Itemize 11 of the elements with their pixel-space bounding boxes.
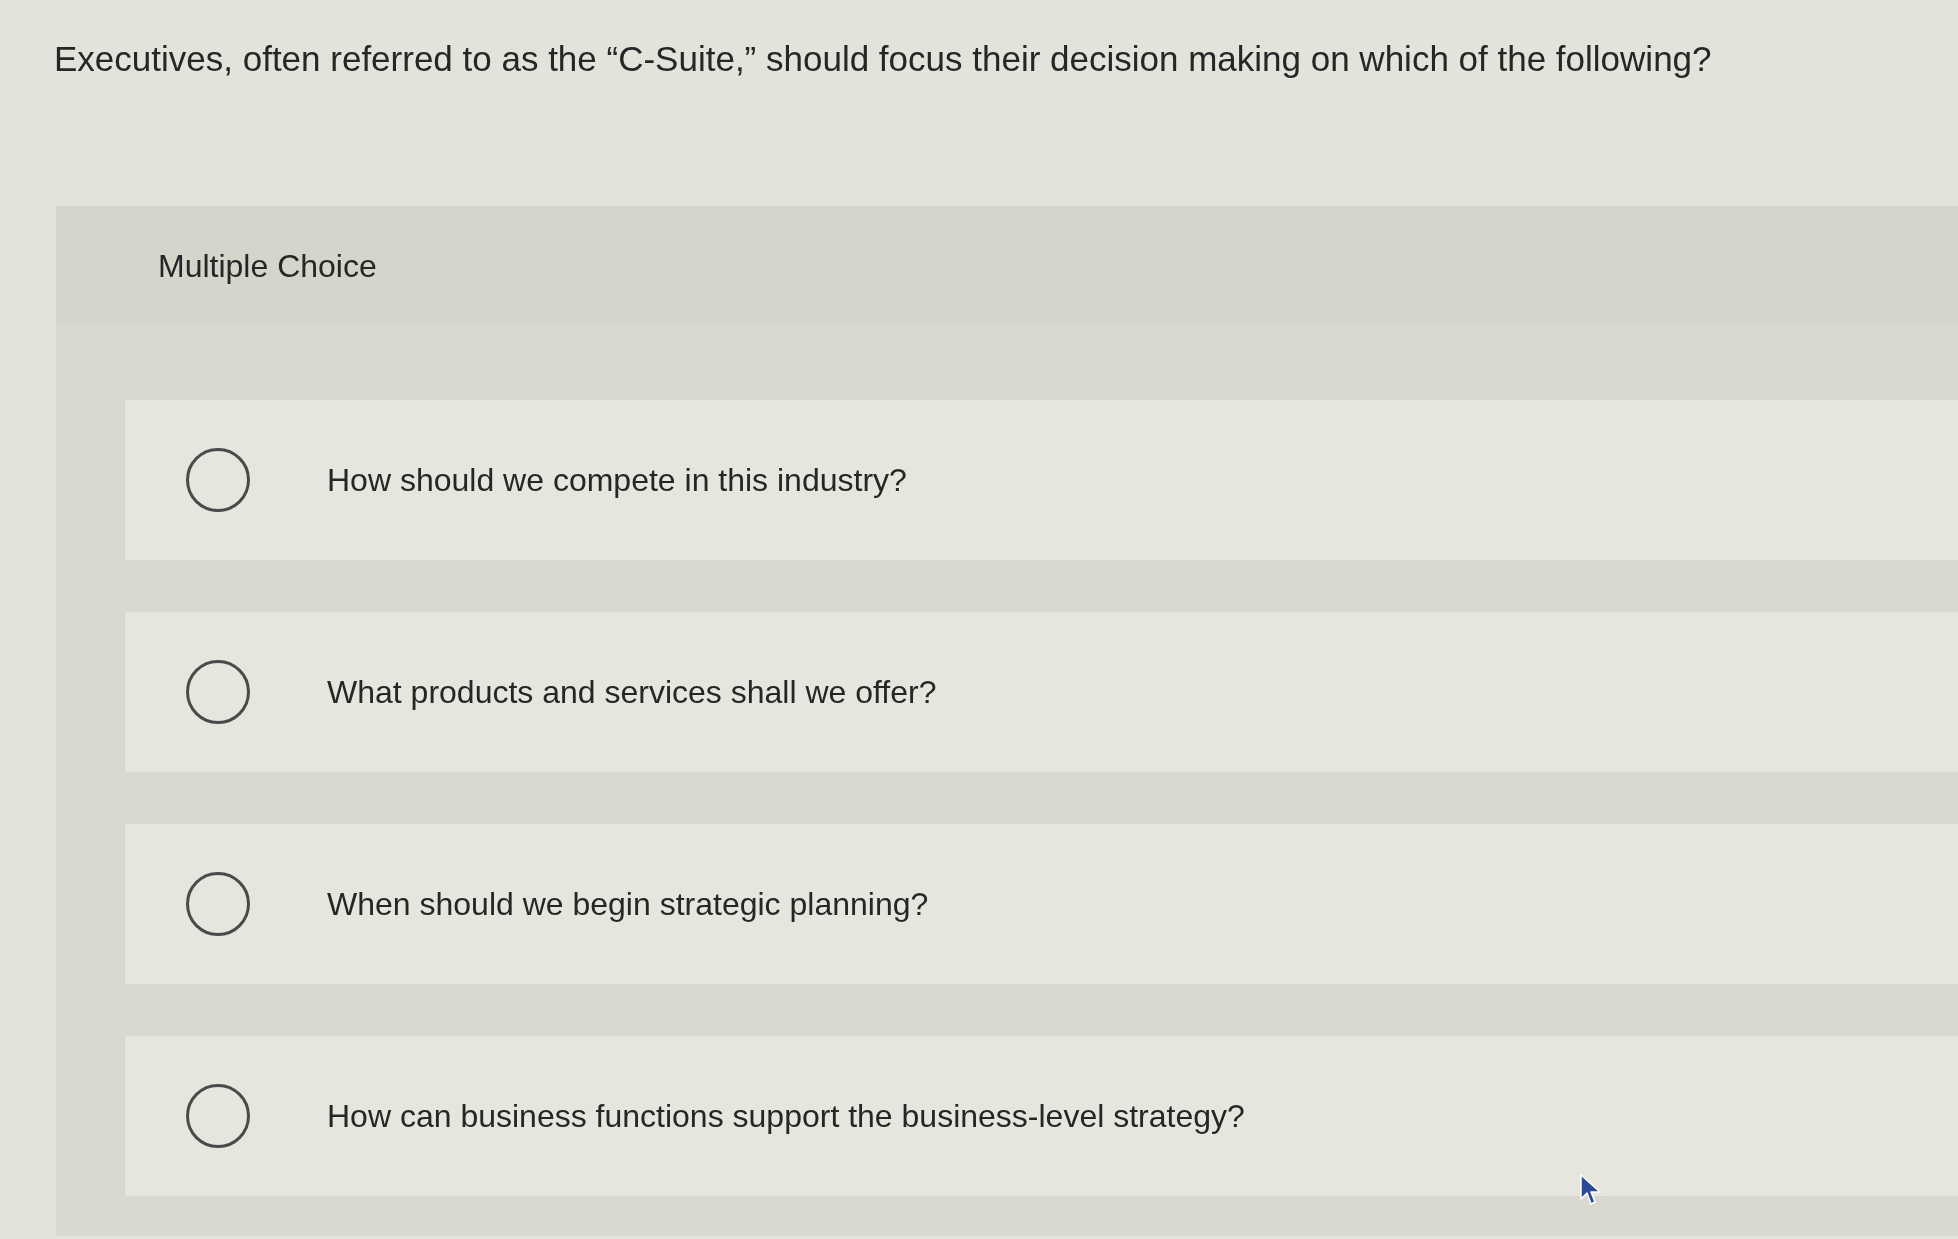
radio-button[interactable] — [186, 448, 250, 512]
question-text: Executives, often referred to as the “C-Suite,” should focus their decision making on which of the following? — [54, 38, 1712, 80]
radio-button[interactable] — [186, 872, 250, 936]
radio-button[interactable] — [186, 1084, 250, 1148]
answer-option-text: What products and services shall we offer? — [327, 673, 937, 712]
radio-button[interactable] — [186, 660, 250, 724]
answer-option-text: How can business functions support the business-level strategy? — [327, 1097, 1245, 1136]
answer-option-text: How should we compete in this industry? — [327, 461, 907, 500]
pointer-cursor-icon — [1580, 1174, 1602, 1206]
question-type-label: Multiple Choice — [158, 246, 377, 286]
answer-option-text: When should we begin strategic planning? — [327, 885, 929, 924]
